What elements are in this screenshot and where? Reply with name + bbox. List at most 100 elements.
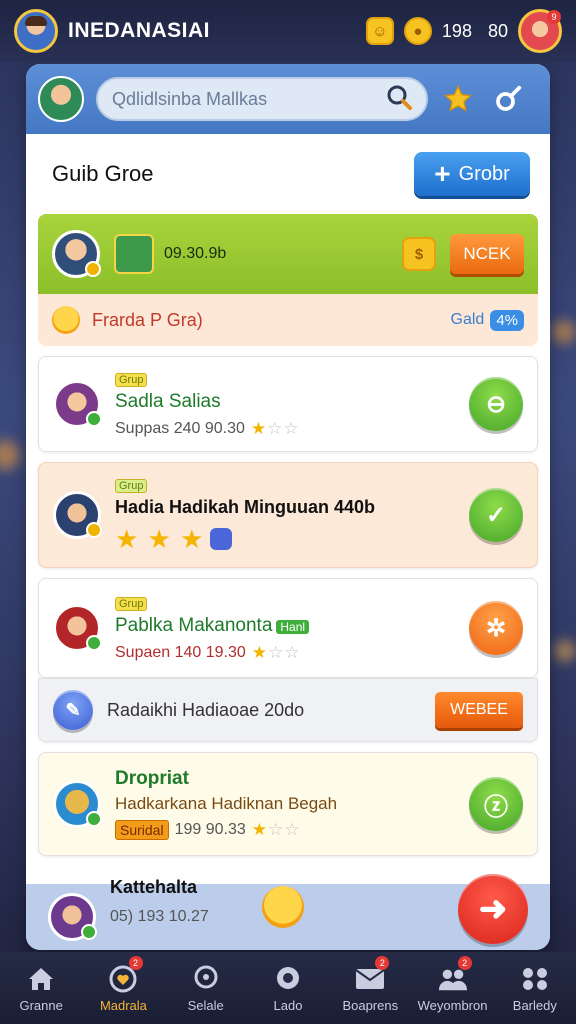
section-title: Guib Groe (52, 161, 154, 186)
item-line: Hadkarkana Hadiknan Begah (115, 794, 338, 813)
coin-count: 198 (441, 20, 472, 41)
featured-value: 09.30.9b (164, 245, 227, 262)
nav-more[interactable]: Barledy (494, 952, 576, 1024)
group-panel: Qdlidlsinba Mallkas Guib Groe + Grobr 09… (26, 64, 550, 950)
member-avatar (53, 380, 102, 428)
member-avatar (48, 893, 97, 941)
item-tag: Grup (115, 596, 148, 611)
group-list-item[interactable]: Grup Pablka Makanonta Hanl Supaen 140 19.… (38, 578, 538, 678)
add-friend-icon[interactable] (488, 79, 528, 119)
item-stats: Suppas 240 90.30 (115, 419, 245, 437)
chest-icon (114, 234, 154, 274)
item-name: Kattehalta (110, 877, 198, 897)
top-currency: ☺ ● 198 80 9 (365, 9, 562, 53)
item-name: Pablka Makanonta Hanl (115, 615, 469, 637)
nav-label: Granne (19, 997, 63, 1013)
item-info: Grup Sadla Salias Suppas 240 90.30 ★☆☆ (115, 370, 469, 439)
gift-icon[interactable]: ☺ (365, 17, 394, 45)
gem-count: 80 (487, 20, 508, 41)
item-name-tag: Hanl (276, 619, 310, 634)
nav-mail[interactable]: 2 Boaprens (329, 952, 411, 1024)
item-name-text: Pablka Makanonta (115, 614, 273, 636)
nav-map[interactable]: Lado (247, 952, 329, 1024)
trophy-avatar (53, 780, 102, 828)
nav-badge: 2 (375, 956, 390, 970)
item-rating: ★ ★ ★ (115, 524, 469, 555)
nav-select[interactable]: Selale (165, 952, 247, 1024)
item-info: Dropriat Hadkarkana Hadiknan Begah Surid… (115, 768, 469, 840)
rating-stars: ★☆☆ (251, 820, 301, 839)
item-sub: Suridal 199 90.33 ★☆☆ (115, 820, 469, 840)
boost-button[interactable]: ✲ (469, 601, 523, 655)
search-bar[interactable]: Qdlidlsinba Mallkas (96, 77, 428, 121)
member-avatar (53, 604, 102, 652)
online-badge (86, 635, 102, 651)
nav-label: Barledy (512, 997, 557, 1013)
featured-actions: $ NCEK (402, 234, 524, 274)
emoji-icon (52, 306, 80, 334)
next-button[interactable]: ➜ (458, 874, 528, 944)
status-label: Gald (450, 311, 485, 328)
add-group-label: Grobr (458, 162, 510, 185)
top-bar: INEDANASIAI ☺ ● 198 80 9 (0, 0, 576, 62)
coin-icon: ● (403, 17, 432, 45)
status-pill: 4% (490, 309, 524, 331)
emoji-icon (262, 886, 304, 928)
featured-group-card[interactable]: 09.30.9b $ NCEK (38, 214, 538, 294)
location-icon (191, 964, 221, 994)
status-strip: Frarda P Gra) Gald 4% (38, 294, 538, 346)
item-name: Radaikhi Hadiaoae 20do (107, 699, 305, 720)
nav-label: Madrala (99, 997, 147, 1013)
coin-icon: $ (402, 237, 436, 271)
online-badge (81, 924, 97, 940)
profile-avatar[interactable]: 9 (518, 9, 562, 53)
group-avatar[interactable] (38, 76, 84, 122)
nav-team[interactable]: 2 Weyombron (411, 952, 493, 1024)
nav-label: Lado (273, 997, 303, 1013)
item-info: Grup Pablka Makanonta Hanl Supaen 140 19.… (115, 594, 469, 663)
lantern-light (554, 640, 576, 662)
group-list-item[interactable]: Dropriat Hadkarkana Hadiknan Begah Surid… (38, 752, 538, 856)
nav-label: Boaprens (342, 997, 399, 1013)
item-badge: Suridal (115, 820, 169, 840)
player-avatar[interactable] (14, 9, 58, 53)
item-name: Dropriat (115, 768, 189, 789)
grid-icon (520, 964, 550, 994)
group-list-item[interactable]: Kattehalta 05) 193 10.27 ➜ (26, 874, 550, 950)
level-badge (85, 261, 101, 277)
search-icon[interactable] (386, 84, 412, 115)
item-tag: Grup (115, 372, 148, 387)
join-button[interactable]: ⊖ (469, 377, 523, 431)
star-icon[interactable] (438, 79, 478, 119)
transfer-button[interactable]: ⓩ (469, 777, 523, 831)
item-info: Grup Hadia Hadikah Minguuan 440b ★ ★ ★ (115, 476, 469, 555)
nav-label: Weyombron (417, 997, 488, 1013)
nav-label: Selale (187, 997, 224, 1013)
item-stats: Supaen 140 19.30 (115, 643, 246, 661)
member-avatar (53, 491, 102, 539)
nav-groups[interactable]: 2 Madrala (82, 952, 164, 1024)
item-name: Hadia Hadikah Minguuan 440b (115, 496, 376, 517)
nav-badge: 2 (457, 956, 472, 970)
item-name: Sadla Salias (115, 390, 221, 412)
nav-badge: 2 (128, 956, 143, 970)
panel-header: Qdlidlsinba Mallkas (26, 64, 550, 134)
notification-badge: 9 (547, 10, 561, 24)
item-sub: Supaen 140 19.30 ★☆☆ (115, 643, 469, 663)
action-button[interactable]: WEBEE (435, 692, 523, 728)
search-input[interactable]: Qdlidlsinba Mallkas (112, 89, 386, 110)
add-group-button[interactable]: + Grobr (414, 152, 530, 196)
nav-home[interactable]: Granne (0, 952, 82, 1024)
group-list-item[interactable]: Grup Hadia Hadikah Minguuan 440b ★ ★ ★ ✓ (38, 462, 538, 568)
member-avatar (52, 230, 101, 278)
rating-stars: ★ ★ ★ (115, 523, 205, 554)
bottom-nav: Granne 2 Madrala Selale Lado 2 Boaprens … (0, 952, 576, 1024)
online-badge (86, 411, 102, 427)
accept-button[interactable]: ✓ (469, 488, 523, 542)
rating-stars: ★☆☆ (250, 418, 300, 438)
group-list-item[interactable]: ✎ Radaikhi Hadiaoae 20do WEBEE (38, 678, 538, 742)
status-progress: Gald 4% (450, 309, 524, 331)
check-button[interactable]: NCEK (450, 234, 524, 274)
group-list-item[interactable]: Grup Sadla Salias Suppas 240 90.30 ★☆☆ ⊖ (38, 356, 538, 452)
item-stats: 199 90.33 (174, 821, 246, 838)
